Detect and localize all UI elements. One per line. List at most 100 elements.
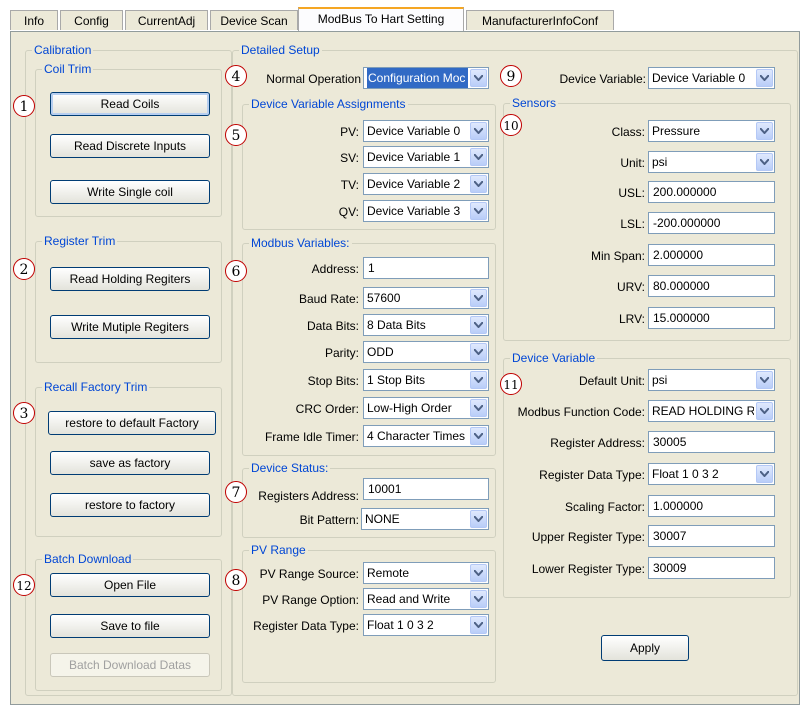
- chevron-down-icon[interactable]: [470, 289, 487, 307]
- restore-to-factory-button[interactable]: restore to factory: [50, 493, 210, 517]
- chevron-down-icon[interactable]: [470, 122, 487, 140]
- callout-badge-3: 3: [13, 402, 35, 424]
- parity-select[interactable]: ODD: [363, 341, 489, 363]
- register-address-label: Register Address:: [550, 436, 645, 450]
- batch-download-datas-button[interactable]: Batch Download Datas: [50, 653, 210, 677]
- pv-select[interactable]: Device Variable 0: [363, 120, 489, 142]
- lower-register-type-input[interactable]: 30009: [648, 557, 775, 579]
- tab-config[interactable]: Config: [60, 10, 123, 30]
- calibration-title: Calibration: [32, 43, 94, 57]
- save-as-factory-button[interactable]: save as factory: [50, 451, 210, 475]
- bit-pattern-select[interactable]: NONE: [361, 508, 489, 530]
- chevron-down-icon[interactable]: [756, 371, 773, 389]
- assignments-title: Device Variable Assignments: [249, 97, 408, 111]
- chevron-down-icon[interactable]: [470, 427, 487, 445]
- callout-badge-5: 5: [225, 124, 247, 146]
- batch-download-title: Batch Download: [42, 552, 134, 566]
- pv-range-source-select[interactable]: Remote: [363, 562, 489, 584]
- class-select[interactable]: Pressure: [648, 120, 775, 142]
- chevron-down-icon[interactable]: [470, 510, 487, 528]
- write-multiple-registers-button[interactable]: Write Mutiple Regiters: [50, 315, 210, 339]
- modbus-function-code-value: READ HOLDING RE: [652, 404, 754, 418]
- chevron-down-icon[interactable]: [470, 202, 487, 220]
- usl-input[interactable]: 200.000000: [648, 181, 775, 203]
- register-data-type-select[interactable]: Float 1 0 3 2: [648, 463, 775, 485]
- scaling-factor-input[interactable]: 1.000000: [648, 495, 775, 517]
- tab-info[interactable]: Info: [10, 10, 58, 30]
- callout-badge-10: 10: [500, 114, 522, 136]
- chevron-down-icon[interactable]: [470, 175, 487, 193]
- parity-value: ODD: [367, 345, 394, 359]
- chevron-down-icon[interactable]: [470, 316, 487, 334]
- crc-order-label: CRC Order:: [295, 402, 359, 416]
- sv-value: Device Variable 1: [367, 150, 461, 164]
- chevron-down-icon[interactable]: [756, 122, 773, 140]
- register-data-type-value: Float 1 0 3 2: [652, 467, 719, 481]
- pv-label: PV:: [340, 125, 359, 139]
- pv-register-data-type-select[interactable]: Float 1 0 3 2: [363, 614, 489, 636]
- crc-order-value: Low-High Order: [367, 401, 452, 415]
- device-variable-group-title: Device Variable: [510, 351, 598, 365]
- modbus-function-code-select[interactable]: READ HOLDING RE: [648, 400, 775, 422]
- chevron-down-icon[interactable]: [470, 371, 487, 389]
- class-value: Pressure: [652, 124, 701, 138]
- read-coils-button[interactable]: Read Coils: [50, 92, 210, 116]
- stop-bits-select[interactable]: 1 Stop Bits: [363, 369, 489, 391]
- sv-label: SV:: [340, 151, 359, 165]
- qv-select[interactable]: Device Variable 3: [363, 200, 489, 222]
- data-bits-select[interactable]: 8 Data Bits: [363, 314, 489, 336]
- parity-label: Parity:: [324, 346, 359, 360]
- chevron-down-icon[interactable]: [470, 69, 487, 87]
- chevron-down-icon[interactable]: [470, 590, 487, 608]
- normal-operation-value: Configuration Moc: [367, 68, 468, 88]
- restore-default-factory-button[interactable]: restore to default Factory: [48, 411, 216, 435]
- tv-select[interactable]: Device Variable 2: [363, 173, 489, 195]
- default-unit-select[interactable]: psi: [648, 369, 775, 391]
- chevron-down-icon[interactable]: [756, 465, 773, 483]
- min-span-input[interactable]: 2.000000: [648, 244, 775, 266]
- normal-operation-select[interactable]: Configuration Moc: [363, 67, 489, 89]
- callout-badge-11: 11: [500, 373, 522, 395]
- tab-modbus-to-hart-setting[interactable]: ModBus To Hart Setting: [298, 7, 464, 31]
- lsl-input[interactable]: -200.000000: [648, 212, 775, 234]
- save-to-file-button[interactable]: Save to file: [50, 614, 210, 638]
- upper-register-type-input[interactable]: 30007: [648, 525, 775, 547]
- open-file-button[interactable]: Open File: [50, 573, 210, 597]
- normal-operation-label: Normal Operation: [266, 72, 361, 86]
- usl-label: USL:: [618, 186, 645, 200]
- write-single-coil-button[interactable]: Write Single coil: [50, 180, 210, 204]
- registers-address-input[interactable]: 10001: [363, 478, 489, 500]
- read-holding-registers-button[interactable]: Read Holding Regiters: [50, 267, 210, 291]
- chevron-down-icon[interactable]: [470, 564, 487, 582]
- crc-order-select[interactable]: Low-High Order: [363, 397, 489, 419]
- urv-input[interactable]: 80.000000: [648, 275, 775, 297]
- pv-range-option-select[interactable]: Read and Write: [363, 588, 489, 610]
- register-address-input[interactable]: 30005: [648, 431, 775, 453]
- tab-currentadj[interactable]: CurrentAdj: [125, 10, 208, 30]
- apply-button[interactable]: Apply: [601, 635, 689, 661]
- lrv-input[interactable]: 15.000000: [648, 307, 775, 329]
- chevron-down-icon[interactable]: [470, 399, 487, 417]
- baud-rate-select[interactable]: 57600: [363, 287, 489, 309]
- chevron-down-icon[interactable]: [756, 402, 773, 420]
- chevron-down-icon[interactable]: [756, 153, 773, 171]
- chevron-down-icon[interactable]: [470, 148, 487, 166]
- upper-register-type-label: Upper Register Type:: [531, 530, 645, 544]
- read-discrete-inputs-button[interactable]: Read Discrete Inputs: [50, 134, 210, 158]
- address-input[interactable]: 1: [363, 257, 489, 279]
- frame-idle-timer-select[interactable]: 4 Character Times: [363, 425, 489, 447]
- chevron-down-icon[interactable]: [470, 616, 487, 634]
- pv-range-option-label: PV Range Option:: [262, 593, 359, 607]
- device-variable-label: Device Variable:: [559, 72, 646, 86]
- tab-manufacturer-info-conf[interactable]: ManufacturerInfoConf: [466, 10, 614, 30]
- sv-select[interactable]: Device Variable 1: [363, 146, 489, 168]
- class-label: Class:: [611, 125, 645, 139]
- tab-device-scan[interactable]: Device Scan: [210, 10, 298, 30]
- stop-bits-label: Stop Bits:: [307, 374, 359, 388]
- chevron-down-icon[interactable]: [756, 69, 773, 87]
- qv-label: QV:: [338, 205, 359, 219]
- device-variable-select[interactable]: Device Variable 0: [648, 67, 775, 89]
- unit-select[interactable]: psi: [648, 151, 775, 173]
- chevron-down-icon[interactable]: [470, 343, 487, 361]
- pv-value: Device Variable 0: [367, 124, 461, 138]
